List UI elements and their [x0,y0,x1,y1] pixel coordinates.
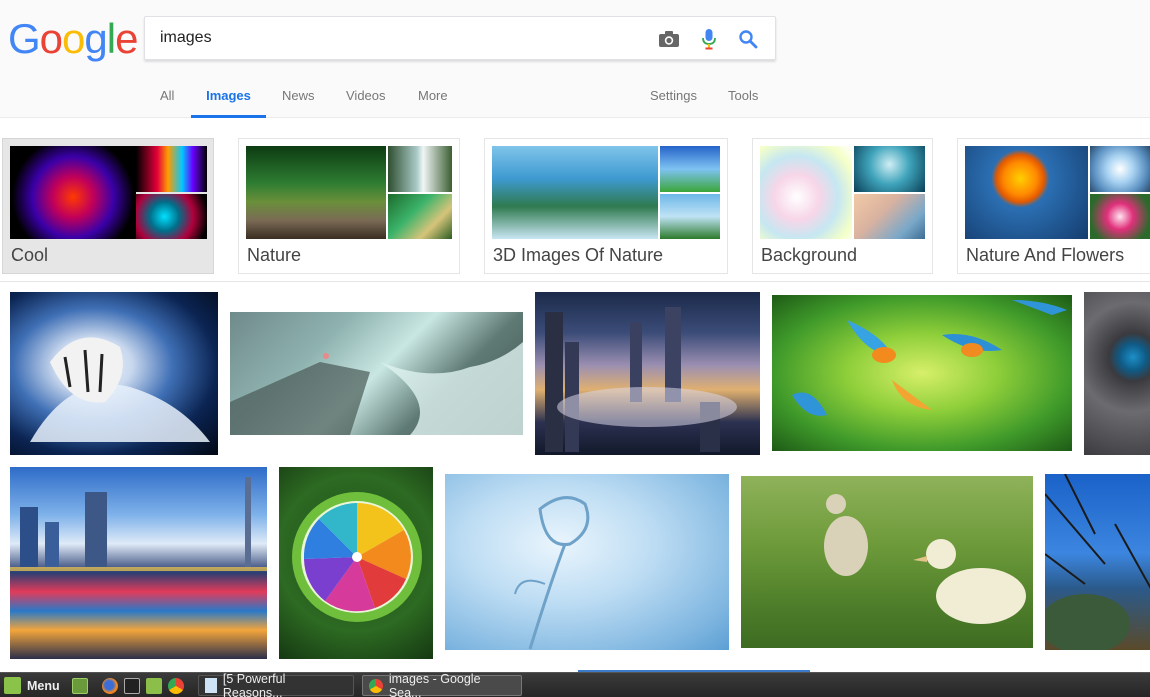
image-result[interactable] [1084,292,1150,455]
image-result[interactable] [10,292,218,455]
related-chip-label: Cool [11,245,49,265]
related-chip-label: 3D Images Of Nature [493,245,664,265]
tab-news[interactable]: News [282,80,315,118]
logo-letter: G [8,15,41,62]
related-chip-cool[interactable]: Cool [2,138,214,274]
search-header: Google images All Images News Videos Mor… [0,0,1150,118]
result-image [514,496,590,650]
camera-icon[interactable] [657,27,681,51]
result-image [292,492,422,622]
related-chip-label: Nature And Flowers [966,245,1125,265]
related-chip-nature-flowers[interactable]: Nature And Flowers [957,138,1150,274]
logo-letter: o [62,15,85,62]
image-result[interactable] [10,467,267,659]
related-chip-label: Nature [247,245,302,265]
thumbnail-image [660,194,720,239]
firefox-icon[interactable] [102,675,118,696]
folder-icon[interactable] [146,675,162,696]
logo-letter: e [115,15,138,62]
tab-tools[interactable]: Tools [728,80,758,118]
tab-all[interactable]: All [160,80,174,118]
thumbnail-image [1090,194,1150,239]
image-result[interactable] [772,295,1072,451]
show-desktop-icon[interactable] [72,675,88,696]
related-chip-3d-nature[interactable]: 3D Images Of Nature [484,138,728,274]
thumbnail-image [388,194,452,239]
thumbnail-image [492,146,658,239]
start-menu-button[interactable]: Menu [4,675,60,696]
image-result[interactable] [230,312,523,435]
thumbnail-image [854,194,925,239]
image-result[interactable] [1045,474,1150,650]
taskbar-task-document[interactable]: [5 Powerful Reasons... [198,671,354,697]
document-icon [205,678,217,693]
google-logo[interactable]: Google [8,14,138,64]
mint-logo-icon [4,677,21,694]
thumbnail-image [1090,146,1150,192]
image-result[interactable] [741,476,1033,648]
tab-more[interactable]: More [418,80,448,118]
taskbar-task-label: [5 Powerful Reasons... [222,671,286,697]
result-image [545,307,737,452]
result-image [230,342,523,435]
search-icon[interactable] [736,27,760,51]
thumbnail-image [10,146,136,239]
thumbnail-image [854,146,925,192]
result-image [824,494,1026,624]
tab-videos[interactable]: Videos [346,80,386,118]
thumbnail-image [136,194,207,239]
related-searches: Cool Nature 3D Images Of Nature Backgrou… [0,134,1150,282]
chrome-icon[interactable] [168,675,184,696]
image-result[interactable] [535,292,760,455]
related-chip-background[interactable]: Background [752,138,933,274]
logo-letter: l [106,15,116,62]
thumbnail-image [760,146,852,239]
tab-settings[interactable]: Settings [650,80,697,118]
result-image [1045,474,1150,650]
search-tabs: All Images News Videos More Settings Too… [0,80,1150,118]
tab-images[interactable]: Images [191,80,266,118]
thumbnail-image [660,146,720,192]
search-input[interactable]: images [160,29,212,47]
search-box[interactable]: images [144,16,776,60]
microphone-icon[interactable] [697,27,721,51]
os-taskbar: Menu [5 Powerful Reasons... images - Goo… [0,672,1150,697]
thumbnail-image [246,146,386,239]
taskbar-task-chrome[interactable]: images - Google Sea... [362,671,522,697]
result-image [10,477,267,571]
logo-letter: o [39,15,63,62]
image-result[interactable] [445,474,729,650]
image-result[interactable] [279,467,433,659]
related-chip-label: Background [761,245,858,265]
browser-page: Google images All Images News Videos Mor… [0,0,1150,697]
terminal-icon[interactable] [124,675,140,696]
start-menu-label: Menu [27,678,60,693]
result-image [30,337,210,442]
logo-letter: g [84,15,107,62]
thumbnail-image [136,146,207,192]
related-chip-nature[interactable]: Nature [238,138,460,274]
taskbar-task-label: images - Google Sea... [388,671,481,697]
chrome-icon [369,678,383,693]
result-image [792,300,1067,416]
thumbnail-image [388,146,452,192]
thumbnail-image [965,146,1088,239]
